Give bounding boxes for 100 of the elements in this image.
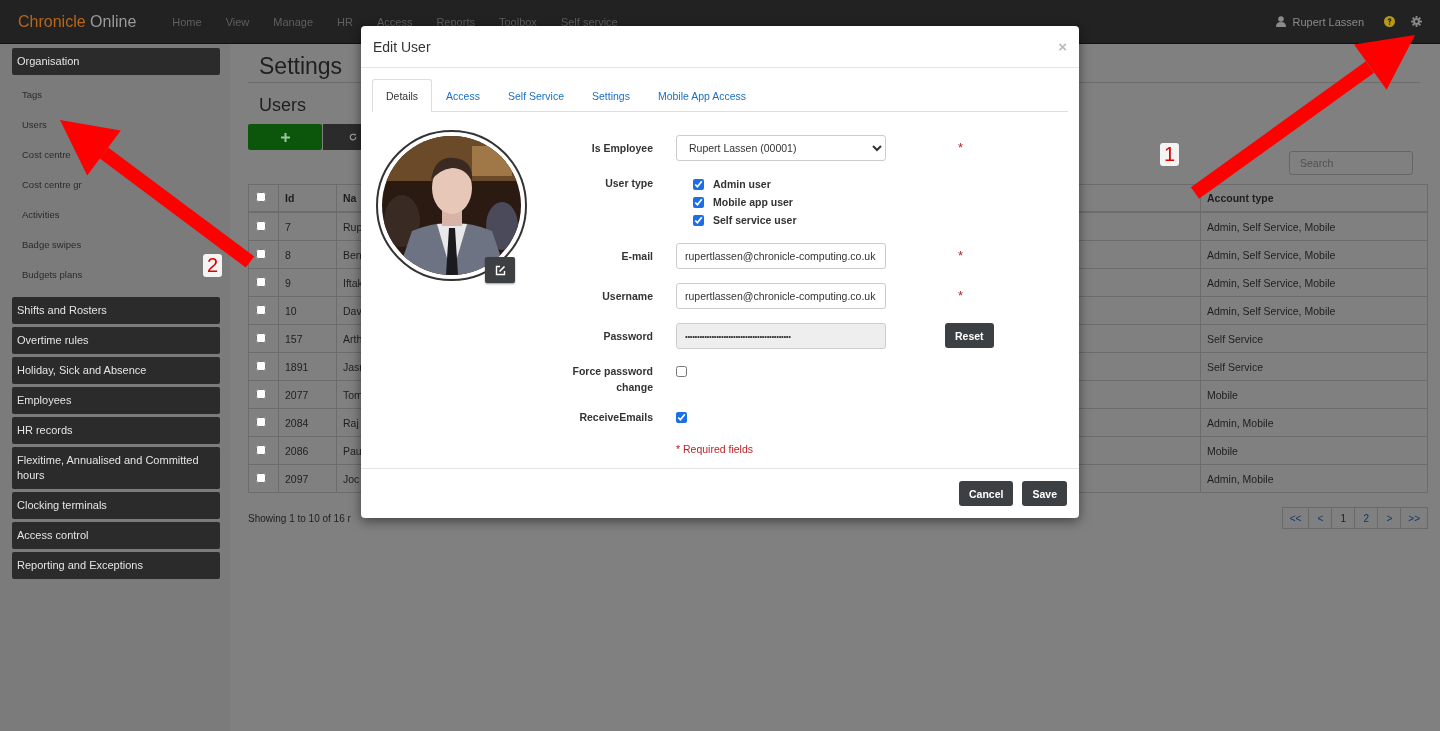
table-cell: 8 (285, 248, 291, 261)
table-cell: Self Service (1207, 360, 1264, 373)
table-cell: 2097 (285, 472, 309, 485)
sidebar-item[interactable]: Badge swipes (22, 238, 82, 252)
field-label: Password (603, 329, 653, 344)
checkbox-label: Admin user (713, 178, 771, 190)
table-cell: 157 (285, 332, 303, 345)
sidebar-item[interactable]: Cost centre (22, 148, 71, 162)
table-cell: Admin, Mobile (1207, 472, 1274, 485)
table-cell: Admin, Self Service, Mobile (1207, 276, 1336, 289)
reset-button[interactable]: Reset (945, 323, 994, 348)
field-label: Is Employee (591, 141, 653, 156)
page-button[interactable]: << (1281, 507, 1310, 529)
checkbox[interactable] (676, 366, 687, 377)
column-header: Na (343, 192, 357, 204)
checkbox[interactable] (693, 196, 704, 208)
table-cell: Admin, Mobile (1207, 416, 1274, 429)
row-checkbox[interactable] (256, 416, 266, 427)
column-header: Id (285, 192, 295, 204)
sidebar-item[interactable]: Users (22, 118, 47, 132)
plus-icon (280, 132, 290, 142)
page-button[interactable]: 2 (1354, 507, 1379, 529)
table-cell: 10 (285, 304, 297, 317)
sidebar-item[interactable]: Cost centre gr (22, 178, 82, 192)
table-cell: 1891 (285, 360, 309, 373)
field-label: Force password change (571, 364, 653, 395)
sidebar-group[interactable]: Flexitime, Annualised and Committed hours (12, 447, 220, 489)
row-checkbox[interactable] (256, 444, 266, 455)
page-button[interactable]: >> (1400, 507, 1428, 529)
dialog-button[interactable]: Cancel (959, 481, 1014, 506)
row-checkbox[interactable] (256, 332, 266, 343)
field-label: Username (602, 289, 653, 304)
select-all-checkbox[interactable] (256, 192, 266, 202)
sidebar-item[interactable]: Activities (22, 208, 60, 222)
app-logo[interactable]: Chronicle Online (18, 12, 137, 31)
password-field[interactable]: •••••••••••••••••••••••••••••••••••••••••••• (676, 323, 886, 349)
row-checkbox[interactable] (256, 220, 266, 231)
table-cell: 7 (285, 220, 291, 233)
table-cell: Joc (343, 472, 360, 485)
checkbox[interactable] (693, 178, 704, 190)
page-button[interactable]: > (1377, 507, 1402, 529)
employee-select[interactable]: Rupert Lassen (00001) (676, 135, 886, 161)
table-cell: Ben (343, 248, 362, 261)
table-summary: Showing 1 to 10 of 16 r (248, 512, 351, 524)
user-name[interactable]: Rupert Lassen (1292, 15, 1364, 28)
table-cell: Self Service (1207, 332, 1264, 345)
edit-icon (494, 264, 506, 276)
sidebar-group[interactable]: Holiday, Sick and Absence (12, 357, 220, 384)
page-button[interactable]: < (1308, 507, 1333, 529)
row-checkbox[interactable] (256, 248, 266, 259)
table-cell: Mobile (1207, 444, 1238, 457)
sidebar-group[interactable]: Employees (12, 387, 220, 414)
annotation-number: 1 (1160, 143, 1180, 166)
table-cell: Raj (343, 416, 359, 429)
text-field[interactable]: rupertlassen@chronicle-computing.co.uk (676, 243, 886, 269)
table-cell: Pau (343, 444, 362, 457)
annotation-number: 2 (203, 254, 223, 277)
field-label: User type (605, 176, 653, 191)
column-header: Account type (1207, 192, 1274, 204)
table-cell: 2086 (285, 444, 309, 457)
required-note: * Required fields (676, 443, 755, 455)
section-title: Users (259, 95, 306, 116)
checkbox[interactable] (693, 214, 704, 226)
row-checkbox[interactable] (256, 276, 266, 287)
required-mark: * (958, 247, 965, 265)
row-checkbox[interactable] (256, 472, 266, 483)
sidebar-group[interactable]: Clocking terminals (12, 492, 220, 519)
table-cell: 2084 (285, 416, 309, 429)
dialog-button[interactable]: Save (1022, 481, 1067, 506)
field-label: ReceiveEmails (579, 410, 653, 425)
sidebar-group[interactable]: Access control (12, 522, 220, 549)
row-checkbox[interactable] (256, 304, 266, 315)
table-cell: 2077 (285, 388, 309, 401)
settings-icon[interactable] (1411, 16, 1422, 27)
row-checkbox[interactable] (256, 388, 266, 399)
refresh-icon (349, 132, 357, 142)
required-mark: * (958, 287, 965, 305)
edit-photo-button[interactable] (485, 257, 515, 283)
sidebar-group[interactable]: Shifts and Rosters (12, 297, 220, 324)
page-button[interactable]: 1 (1331, 507, 1356, 529)
table-cell: Admin, Self Service, Mobile (1207, 220, 1336, 233)
table-cell: Dav (343, 304, 362, 317)
sidebar-item[interactable]: Tags (22, 88, 43, 102)
table-cell: Admin, Self Service, Mobile (1207, 304, 1336, 317)
required-mark: * (958, 139, 965, 157)
refresh-button[interactable] (323, 124, 363, 150)
checkbox-label: Self service user (713, 214, 797, 226)
sidebar-group[interactable]: HR records (12, 417, 220, 444)
tab[interactable]: Details (372, 79, 433, 112)
sidebar-group[interactable]: Overtime rules (12, 327, 220, 354)
checkbox-label: Mobile app user (713, 196, 793, 208)
checkbox[interactable] (676, 412, 687, 423)
text-field[interactable]: rupertlassen@chronicle-computing.co.uk (676, 283, 886, 309)
sidebar-group[interactable]: Reporting and Exceptions (12, 552, 220, 579)
table-cell: Admin, Self Service, Mobile (1207, 248, 1336, 261)
sidebar-item[interactable]: Budgets plans (22, 268, 83, 282)
row-checkbox[interactable] (256, 360, 266, 371)
help-icon[interactable] (1384, 16, 1395, 27)
field-label: E-mail (621, 249, 653, 264)
sidebar-group[interactable]: Organisation (12, 48, 220, 75)
